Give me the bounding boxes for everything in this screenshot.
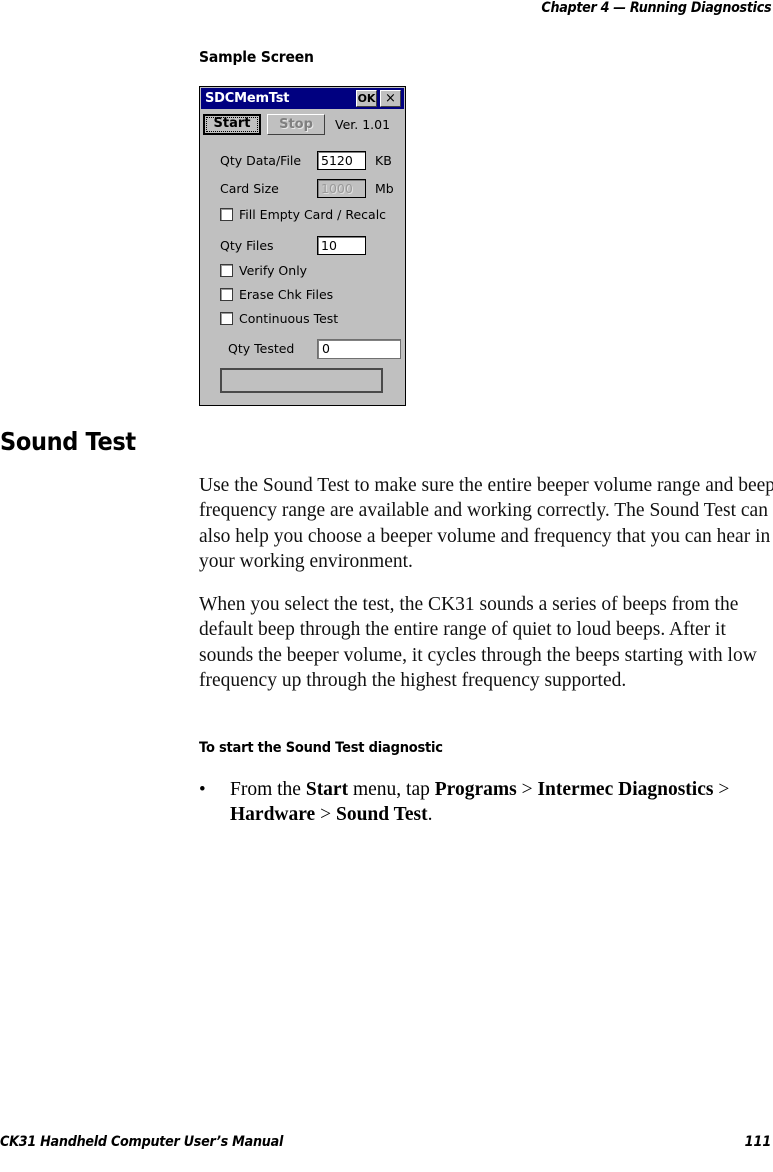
qty-tested-input[interactable]: 0 [317,339,401,359]
version-label: Ver. 1.01 [335,116,391,132]
section-heading-sound-test: Sound Test [0,427,136,456]
bullet-bold-hardware: Hardware [230,804,316,826]
checkbox-icon[interactable] [220,312,233,325]
qty-tested-label: Qty Tested [228,341,295,356]
qty-data-file-label: Qty Data/File [220,153,302,168]
bullet-sep-3: > [315,804,336,826]
verify-only-label: Verify Only [239,263,308,278]
continuous-test-checkbox-row[interactable]: Continuous Test [220,311,338,326]
card-size-label: Card Size [220,181,279,196]
fill-empty-card-checkbox-row[interactable]: Fill Empty Card / Recalc [220,207,386,222]
bullet-bold-intermec-diagnostics: Intermec Diagnostics [537,779,714,800]
continuous-test-label: Continuous Test [239,311,339,326]
qty-files-input[interactable]: 10 [317,236,366,255]
bullet-bold-sound-test: Sound Test [335,804,428,826]
sample-screen-heading: Sample Screen [199,48,314,66]
checkbox-icon[interactable] [220,288,233,301]
list-item: • From the Start menu, tap Programs > In… [199,777,773,828]
checkbox-icon[interactable] [220,208,233,221]
dialog-toolbar: Start Stop Ver. 1.01 [203,113,402,135]
card-size-unit: Mb [375,181,394,196]
qty-tested-row: Qty Tested [228,339,294,358]
bullet-bold-start: Start [305,779,349,800]
erase-chk-files-label: Erase Chk Files [239,287,334,302]
bullet-sep-2: > [713,779,730,800]
qty-files-label: Qty Files [220,238,274,253]
status-progress-box [220,368,383,393]
paragraph-2: When you select the test, the CK31 sound… [199,594,757,691]
footer-manual-title: CK31 Handheld Computer User’s Manual [0,1134,284,1150]
fill-empty-card-label: Fill Empty Card / Recalc [239,207,387,222]
qty-files-row: Qty Files 10 [220,236,403,255]
bullet-seg-1: From the [230,779,306,800]
bullet-marker: • [199,779,206,800]
start-button-label: Start [213,115,251,131]
card-size-input[interactable]: 1000 [317,179,366,198]
procedure-heading: To start the Sound Test diagnostic [199,740,443,756]
start-button[interactable]: Start [203,113,261,135]
erase-chk-files-checkbox-row[interactable]: Erase Chk Files [220,287,333,302]
paragraph-1: Use the Sound Test to make sure the enti… [199,475,773,572]
card-size-row: Card Size 1000 Mb [220,179,403,198]
qty-data-file-row: Qty Data/File 5120 KB [220,151,403,170]
running-head: Chapter 4 — Running Diagnostics [541,0,772,16]
page-number: 111 [744,1134,771,1150]
dialog-titlebar: SDCMemTst OK × [201,88,404,109]
bullet-text: From the Start menu, tap Programs > Inte… [230,777,773,828]
qty-data-file-unit: KB [375,153,392,168]
bullet-period: . [427,804,433,826]
sdcmemtst-dialog-screenshot: SDCMemTst OK × Start Stop Ver. 1.01 Qty … [199,86,406,406]
stop-button[interactable]: Stop [267,113,325,135]
page-footer: CK31 Handheld Computer User’s Manual 111 [0,1134,773,1154]
qty-data-file-input[interactable]: 5120 [317,151,366,170]
bullet-sep-1: > [516,779,538,800]
bullet-seg-2: menu, tap [348,779,435,800]
ok-button[interactable]: OK [356,90,377,107]
dialog-title: SDCMemTst [205,91,290,106]
checkbox-icon[interactable] [220,264,233,277]
close-icon[interactable]: × [380,90,401,107]
verify-only-checkbox-row[interactable]: Verify Only [220,263,307,278]
bullet-bold-programs: Programs [434,779,517,800]
